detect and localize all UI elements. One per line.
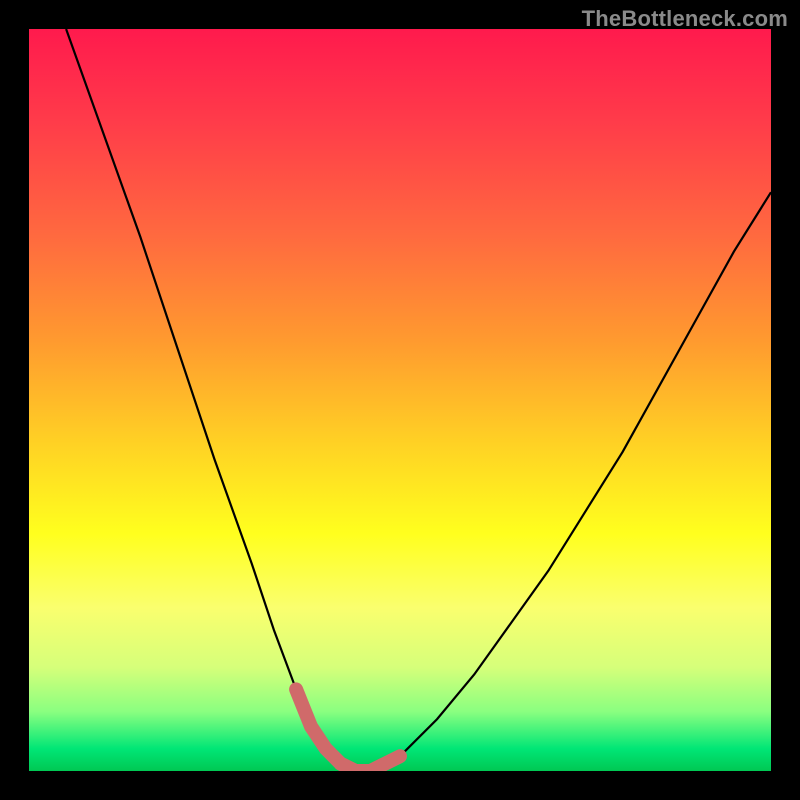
watermark-text: TheBottleneck.com <box>582 6 788 32</box>
bottleneck-curve <box>66 29 771 771</box>
plot-area <box>29 29 771 771</box>
curve-svg <box>29 29 771 771</box>
highlight-right <box>356 756 401 771</box>
highlight-left <box>296 689 355 771</box>
highlight-bottom <box>341 764 371 771</box>
chart-frame: TheBottleneck.com <box>0 0 800 800</box>
